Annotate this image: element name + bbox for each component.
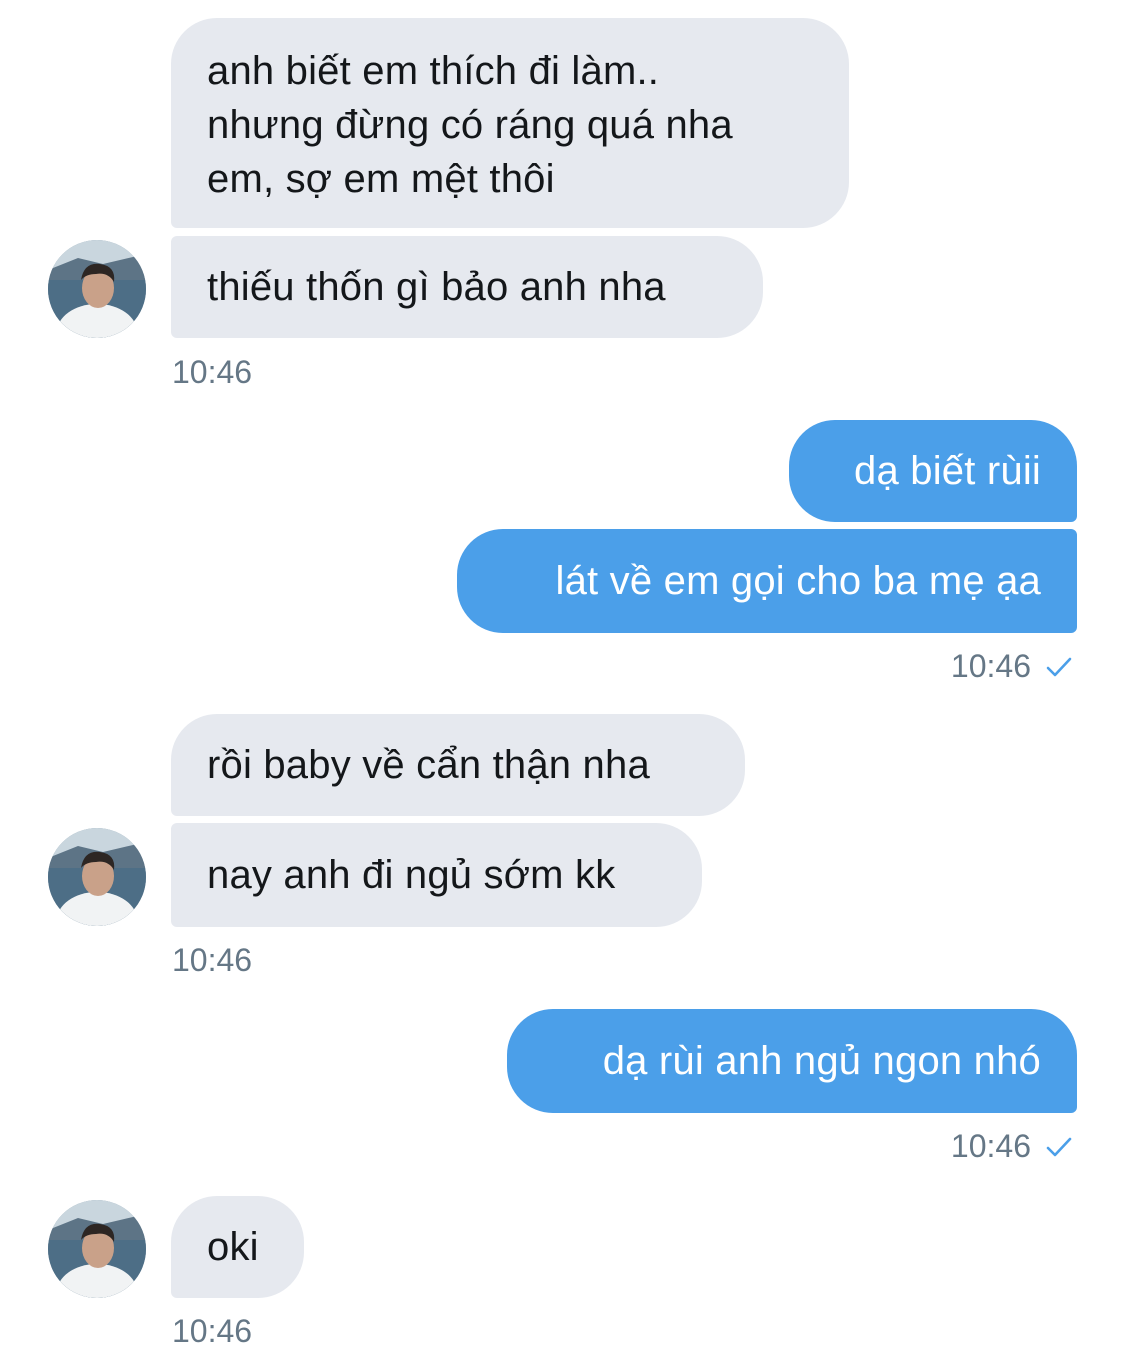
- contact-avatar[interactable]: [48, 1200, 146, 1298]
- outgoing-message[interactable]: dạ biết rùii: [789, 420, 1077, 522]
- check-icon: [1045, 1130, 1073, 1167]
- avatar-image: [48, 240, 146, 338]
- incoming-message[interactable]: thiếu thốn gì bảo anh nha: [171, 236, 763, 338]
- timestamp: 10:46: [172, 1313, 253, 1349]
- timestamp-with-receipt: 10:46: [951, 648, 1073, 687]
- incoming-message[interactable]: nay anh đi ngủ sớm kk: [171, 823, 702, 927]
- incoming-message[interactable]: oki: [171, 1196, 304, 1298]
- timestamp: 10:46: [950, 648, 1031, 684]
- outgoing-message[interactable]: lát về em gọi cho ba mẹ ạa: [457, 529, 1077, 633]
- outgoing-message[interactable]: dạ rùi anh ngủ ngon nhó: [507, 1009, 1077, 1113]
- avatar-image: [48, 828, 146, 926]
- avatar-image: [48, 1200, 146, 1298]
- incoming-message[interactable]: anh biết em thích đi làm.. nhưng đừng có…: [171, 18, 849, 228]
- contact-avatar[interactable]: [48, 828, 146, 926]
- timestamp: 10:46: [172, 354, 253, 390]
- conversation-view: anh biết em thích đi làm.. nhưng đừng có…: [0, 0, 1125, 1365]
- check-icon: [1045, 650, 1073, 687]
- timestamp: 10:46: [950, 1128, 1031, 1164]
- timestamp-with-receipt: 10:46: [951, 1128, 1073, 1167]
- incoming-message[interactable]: rồi baby về cẩn thận nha: [171, 714, 745, 816]
- contact-avatar[interactable]: [48, 240, 146, 338]
- timestamp: 10:46: [172, 942, 253, 978]
